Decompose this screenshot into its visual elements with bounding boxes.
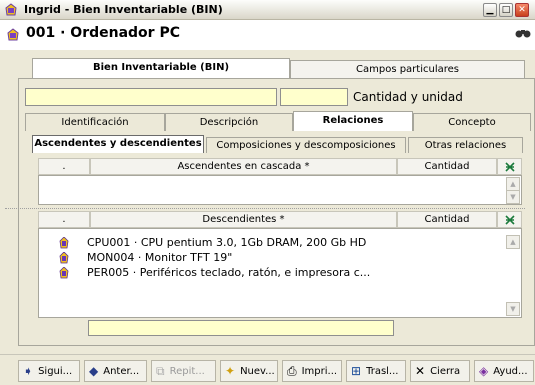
list-item[interactable]: CPU001 · CPU pentium 3.0, 1Gb DRAM, 200 …: [59, 235, 366, 250]
bottom-field[interactable]: [88, 320, 394, 336]
window-titlebar: Ingrid - Bien Inventariable (BIN) ▁ □ ✕: [0, 0, 535, 20]
minimize-button[interactable]: ▁: [483, 3, 497, 17]
new-icon: ✦: [225, 364, 236, 378]
arrow-right-icon: ➧: [23, 364, 34, 378]
window-title: Ingrid - Bien Inventariable (BIN): [24, 3, 223, 16]
repeat-button[interactable]: ⧉ Repit...: [151, 360, 216, 382]
desc-expand-icon[interactable]: [497, 211, 522, 228]
quantity-label: Cantidad y unidad: [353, 90, 463, 104]
tab-campos-particulares[interactable]: Campos particulares: [290, 60, 525, 78]
list-item[interactable]: MON004 · Monitor TFT 19": [59, 250, 232, 265]
tab-identificacion[interactable]: Identificación: [25, 113, 165, 131]
asc-col-dot[interactable]: .: [38, 158, 90, 175]
item-icon: [59, 266, 69, 278]
print-button[interactable]: ⎙ Impri...: [282, 360, 342, 382]
next-button[interactable]: ➧ Sigui...: [18, 360, 80, 382]
desc-col-quantity[interactable]: Cantidad: [397, 211, 497, 228]
previous-button[interactable]: ◆ Anter...: [84, 360, 147, 382]
close-window-button[interactable]: ✕: [515, 3, 529, 17]
close-button[interactable]: ✕ Cierra: [410, 360, 470, 382]
list-item[interactable]: PER005 · Periféricos teclado, ratón, e i…: [59, 265, 370, 280]
tab-composiciones[interactable]: Composiciones y descomposiciones: [206, 137, 406, 153]
asc-col-quantity[interactable]: Cantidad: [397, 158, 497, 175]
tab-otras-relaciones[interactable]: Otras relaciones: [408, 137, 523, 153]
tab-descripcion[interactable]: Descripción: [165, 113, 293, 131]
arrow-left-icon: ◆: [89, 364, 99, 378]
binoculars-search-icon[interactable]: [515, 27, 531, 43]
desc-scroll-down-button[interactable]: ▼: [506, 302, 520, 316]
close-x-icon: ✕: [415, 364, 426, 378]
desc-grid-body[interactable]: CPU001 · CPU pentium 3.0, 1Gb DRAM, 200 …: [38, 228, 522, 318]
asc-scroll-up-button[interactable]: ▲: [506, 177, 520, 191]
quantity-field[interactable]: [280, 88, 348, 106]
transfer-button[interactable]: ⊞ Trasl...: [346, 360, 406, 382]
repeat-icon: ⧉: [156, 363, 165, 378]
desc-scroll-up-button[interactable]: ▲: [506, 235, 520, 249]
description-field[interactable]: [25, 88, 277, 106]
item-icon: [59, 251, 69, 263]
asc-col-main[interactable]: Ascendentes en cascada *: [90, 158, 397, 175]
tab-concepto[interactable]: Concepto: [413, 113, 531, 131]
tab-ascendentes-descendientes[interactable]: Ascendentes y descendientes: [32, 135, 204, 153]
item-icon: [59, 236, 69, 248]
tab-relaciones[interactable]: Relaciones: [293, 111, 413, 131]
tab-bien-inventariable[interactable]: Bien Inventariable (BIN): [32, 58, 290, 78]
asc-scroll-down-button[interactable]: ▼: [506, 190, 520, 204]
desc-col-main[interactable]: Descendientes *: [90, 211, 397, 228]
app-icon: [4, 3, 18, 20]
maximize-button[interactable]: □: [499, 3, 513, 17]
record-title: 001 · Ordenador PC: [26, 25, 180, 41]
bottom-toolbar: ➧ Sigui... ◆ Anter... ⧉ Repit... ✦ Nuev.…: [0, 354, 535, 385]
transfer-icon: ⊞: [351, 364, 362, 378]
help-button[interactable]: ◈ Ayud...: [474, 360, 534, 382]
asc-grid-body[interactable]: ▲ ▼: [38, 175, 522, 205]
record-header: 001 · Ordenador PC: [0, 20, 535, 50]
record-icon: [6, 28, 20, 45]
asc-expand-icon[interactable]: [497, 158, 522, 175]
help-book-icon: ◈: [479, 364, 489, 378]
printer-icon: ⎙: [287, 363, 297, 378]
desc-col-dot[interactable]: .: [38, 211, 90, 228]
new-button[interactable]: ✦ Nuev...: [220, 360, 278, 382]
